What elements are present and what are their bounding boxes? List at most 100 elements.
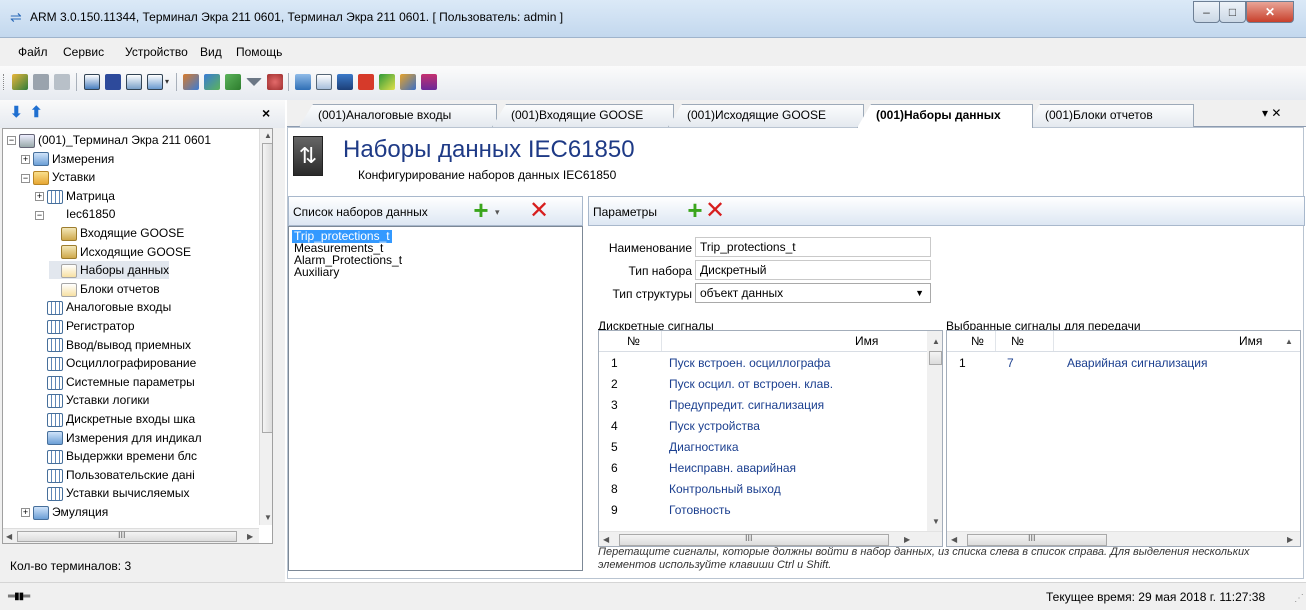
tab-report-blocks[interactable]: (001)Блоки отчетов [1026, 104, 1194, 127]
table-row[interactable]: 8 Контрольный выход [599, 479, 927, 500]
tree-item[interactable]: − (001)_Терминал Экра 211 0601 [7, 131, 211, 149]
edit-icon[interactable] [316, 74, 332, 90]
tree-item[interactable]: Дискретные входы шка [35, 410, 195, 428]
collapse-icon[interactable]: − [35, 210, 44, 220]
tree-item[interactable]: − Уставки [21, 168, 95, 186]
column-index-header[interactable]: № [971, 334, 984, 348]
scroll-left-icon[interactable]: ◀ [6, 532, 12, 541]
report-icon[interactable] [421, 74, 437, 90]
column-divider[interactable] [661, 331, 662, 351]
table-row[interactable]: 5 Диагностика [599, 437, 927, 458]
minimize-button[interactable]: – [1193, 1, 1220, 23]
column-name-header[interactable]: Имя [1239, 334, 1262, 348]
open-icon[interactable] [295, 74, 311, 90]
tree-vertical-scrollbar[interactable]: ▲ ▼ [259, 129, 272, 525]
scroll-up-icon[interactable]: ▲ [264, 131, 272, 140]
tree-item[interactable]: Исходящие GOOSE [49, 243, 191, 261]
add-parameter-button[interactable]: + [685, 197, 705, 223]
scroll-up-icon[interactable]: ▲ [1285, 337, 1293, 346]
save-icon[interactable] [337, 74, 353, 90]
menu-file[interactable]: Файл [18, 45, 48, 59]
delete-dataset-button[interactable]: ✕ [529, 199, 549, 223]
discrete-horizontal-scrollbar[interactable]: ◀ III ▶ [599, 531, 942, 546]
name-field[interactable]: Trip_protections_t [695, 237, 931, 257]
menu-help[interactable]: Помощь [236, 45, 282, 59]
scroll-right-icon[interactable]: ▶ [904, 535, 910, 544]
monitor-icon[interactable] [105, 74, 121, 90]
dataset-type-field[interactable]: Дискретный [695, 260, 931, 280]
scroll-thumb[interactable]: III [967, 533, 1107, 546]
discrete-vertical-scrollbar[interactable]: ▲ ▼ [927, 331, 942, 531]
column-number-header[interactable]: № [627, 334, 640, 348]
table-row[interactable]: 1 Пуск встроен. осциллографа [599, 353, 927, 374]
tree-item[interactable]: Ввод/вывод приемных [35, 336, 191, 354]
toolbar-grip[interactable] [3, 74, 6, 90]
selected-horizontal-scrollbar[interactable]: ◀ III ▶ [947, 531, 1300, 546]
tree-item[interactable]: + Матрица [35, 187, 115, 205]
tab-analog-inputs[interactable]: (001)Аналоговые входы [299, 104, 497, 127]
collapse-icon[interactable]: − [21, 173, 30, 183]
resize-grip-icon[interactable]: ⋰ [1294, 593, 1304, 604]
tree-item[interactable]: Измерения для индикал [35, 429, 202, 447]
delete-parameter-button[interactable]: ✕ [705, 199, 725, 223]
properties-icon[interactable] [54, 74, 70, 90]
maximize-button[interactable]: □ [1219, 1, 1246, 23]
scroll-right-icon[interactable]: ▶ [247, 532, 253, 541]
scroll-left-icon[interactable]: ◀ [951, 535, 957, 544]
tree-item[interactable]: Уставки вычисляемых [35, 484, 190, 502]
expand-icon[interactable]: + [21, 154, 30, 164]
discrete-signals-grid[interactable]: № Имя 1 Пуск встроен. осциллографа 2 Пуск о… [598, 330, 943, 547]
record-icon[interactable] [267, 74, 283, 90]
scroll-thumb[interactable] [929, 351, 942, 365]
expand-icon[interactable]: + [35, 192, 44, 202]
tab-datasets[interactable]: (001)Наборы данных [857, 104, 1033, 128]
column-divider[interactable] [995, 331, 996, 351]
tree-horizontal-scrollbar[interactable]: ◀ III ▶ [3, 528, 259, 543]
menu-device[interactable]: Устройство [125, 45, 188, 59]
refresh-icon[interactable] [379, 74, 395, 90]
layout-dropdown-icon[interactable]: ▾ [165, 77, 169, 86]
tab-incoming-goose[interactable]: (001)Входящие GOOSE [492, 104, 674, 127]
structure-type-select[interactable]: объект данных ▼ [695, 283, 931, 303]
tree-item[interactable]: Входящие GOOSE [49, 224, 184, 242]
scroll-up-icon[interactable]: ▲ [932, 337, 940, 346]
column-number-header[interactable]: № [1011, 334, 1024, 348]
scroll-thumb[interactable]: III [619, 533, 889, 546]
list-view-icon[interactable] [84, 74, 100, 90]
menu-service[interactable]: Сервис [63, 45, 104, 59]
arrow-up-icon[interactable]: ⬆ [30, 103, 43, 121]
column-divider[interactable] [1053, 331, 1054, 351]
tree-item[interactable]: Пользовательские дані [35, 466, 195, 484]
tree-item[interactable]: + Измерения [21, 150, 114, 168]
tab-outgoing-goose[interactable]: (001)Исходящие GOOSE [668, 104, 864, 127]
expand-icon[interactable]: + [21, 508, 30, 518]
oscillogram-icon[interactable] [358, 74, 374, 90]
settings-icon[interactable] [400, 74, 416, 90]
close-window-button[interactable]: ✕ [1246, 1, 1294, 23]
grid-view-icon[interactable] [126, 74, 142, 90]
tree-item[interactable]: Регистратор [35, 317, 135, 335]
menu-view[interactable]: Вид [200, 45, 222, 59]
selected-signals-grid[interactable]: № № Имя ▲ 1 7 Аварийная сигнализация ◀ III… [946, 330, 1301, 547]
tree-item[interactable]: Уставки логики [35, 391, 149, 409]
scroll-thumb[interactable]: III [17, 530, 237, 542]
tree-item[interactable]: Наборы данных [49, 261, 170, 280]
table-row[interactable]: 9 Готовность [599, 500, 927, 521]
scroll-down-icon[interactable]: ▼ [264, 513, 272, 522]
write-device-icon[interactable] [204, 74, 220, 90]
tree-item[interactable]: Аналоговые входы [35, 298, 171, 316]
scroll-left-icon[interactable]: ◀ [603, 535, 609, 544]
tab-menu-close-icon[interactable]: ▾ ✕ [1262, 106, 1281, 120]
collapse-icon[interactable]: − [7, 136, 16, 146]
table-row[interactable]: 3 Предупредит. сигнализация [599, 395, 927, 416]
table-row[interactable]: 2 Пуск осцил. от встроен. клав. [599, 374, 927, 395]
compare-icon[interactable] [225, 74, 241, 90]
tree-item[interactable]: + Эмуляция [21, 503, 108, 521]
table-row[interactable]: 4 Пуск устройства [599, 416, 927, 437]
connect-icon[interactable] [12, 74, 28, 90]
close-panel-button[interactable]: × [262, 105, 270, 121]
tree-item[interactable]: Осциллографирование [35, 354, 196, 372]
scroll-right-icon[interactable]: ▶ [1287, 535, 1293, 544]
datasets-list[interactable]: Trip_protections_t Measurements_t Alarm_Pr… [288, 226, 583, 571]
table-row[interactable]: 6 Неисправн. аварийная [599, 458, 927, 479]
